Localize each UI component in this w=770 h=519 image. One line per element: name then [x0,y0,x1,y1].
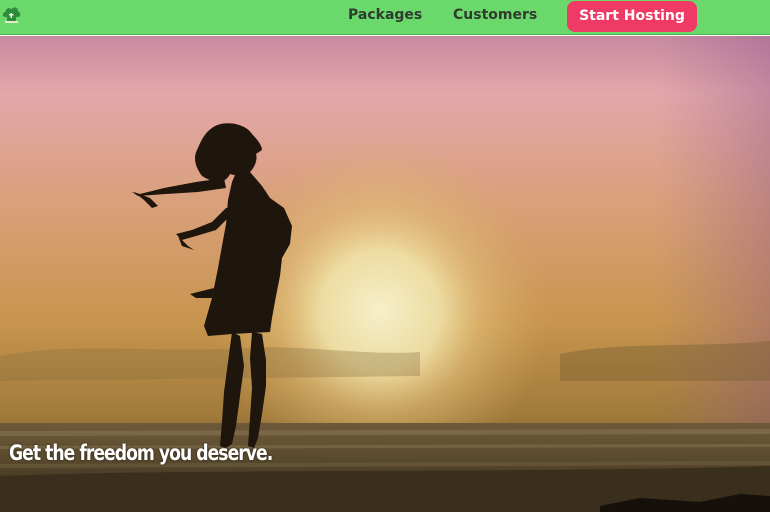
start-hosting-button[interactable]: Start Hosting [567,1,697,32]
nav-link-packages[interactable]: Packages [348,7,422,23]
nav-link-customers[interactable]: Customers [453,7,537,23]
page-bottom [0,512,770,519]
cloud-logo-icon[interactable] [1,3,22,24]
hero-headline: Get the freedom you deserve. [9,441,273,465]
hero-section: Get the freedom you deserve. [0,36,770,512]
top-navbar: Packages Customers Start Hosting [0,0,770,35]
